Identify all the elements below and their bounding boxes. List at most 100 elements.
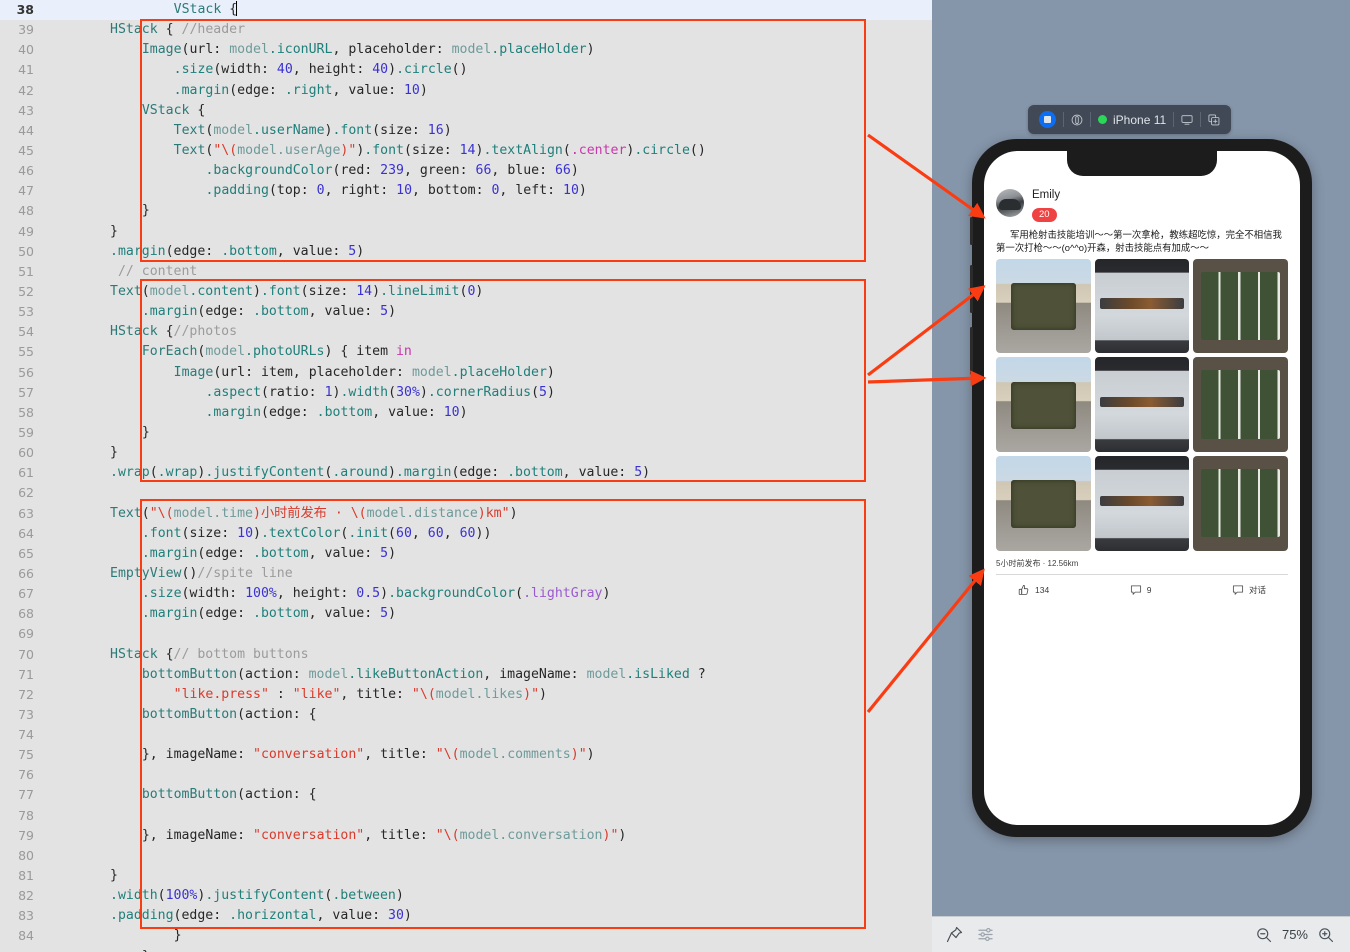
code-line-80[interactable]: 80: [0, 846, 932, 866]
display-button[interactable]: [1174, 105, 1200, 134]
code-line-51[interactable]: 51 // content: [0, 262, 932, 282]
code-line-56[interactable]: 56 Image(url: item, placeholder: model.p…: [0, 363, 932, 383]
phone-volume-up-button: [970, 265, 973, 313]
avatar[interactable]: [996, 189, 1024, 217]
code-line-47[interactable]: 47 .padding(top: 0, right: 10, bottom: 0…: [0, 181, 932, 201]
code-line-69[interactable]: 69: [0, 624, 932, 644]
post-photo[interactable]: [996, 357, 1091, 452]
code-editor-pane[interactable]: 38 VStack {39 HStack { //header 40 Image(u…: [0, 0, 932, 952]
stop-button[interactable]: [1032, 105, 1063, 134]
line-source: .padding(top: 0, right: 10, bottom: 0, l…: [205, 183, 587, 199]
code-line-78[interactable]: 78: [0, 806, 932, 826]
code-line-71[interactable]: 71 bottomButton(action: model.likeButton…: [0, 665, 932, 685]
line-number: 45: [18, 142, 34, 158]
stop-button-icon: [1039, 111, 1056, 128]
line-number: 84: [18, 928, 34, 944]
post-photo[interactable]: [1094, 258, 1190, 354]
line-source: }: [110, 445, 118, 461]
code-line-57[interactable]: 57 .aspect(ratio: 1).width(30%).cornerRa…: [0, 383, 932, 403]
zoom-out-icon[interactable]: [1256, 927, 1272, 943]
code-line-45[interactable]: 45 Text("\(model.userAge)").font(size: 1…: [0, 141, 932, 161]
line-source: .margin(edge: .bottom, value: 5): [110, 243, 365, 259]
code-line-74[interactable]: 74: [0, 725, 932, 745]
code-line-77[interactable]: 77 bottomButton(action: {: [0, 785, 932, 805]
code-line-72[interactable]: 72 "like.press" : "like", title: "\(mode…: [0, 685, 932, 705]
code-line-49[interactable]: 49}: [0, 222, 932, 242]
line-number: 76: [18, 767, 34, 783]
code-line-42[interactable]: 42 .margin(edge: .right, value: 10): [0, 81, 932, 101]
code-line-66[interactable]: 66 EmptyView()//spite line: [0, 564, 932, 584]
phone-screen[interactable]: Emily 20 军用枪射击技能培训～～第一次拿枪，教练超吃惊，完全不相信我第一…: [984, 151, 1300, 825]
post-photo[interactable]: [996, 455, 1091, 551]
code-line-68[interactable]: 68 .margin(edge: .bottom, value: 5): [0, 604, 932, 624]
post-photo[interactable]: [1193, 455, 1288, 551]
code-line-67[interactable]: 67 .size(width: 100%, height: 0.5).backg…: [0, 584, 932, 604]
code-line-65[interactable]: 65 .margin(edge: .bottom, value: 5): [0, 544, 932, 564]
line-source: }: [110, 947, 150, 952]
code-line-55[interactable]: 55 ForEach(model.photoURLs) { item in: [0, 342, 932, 362]
post-photo[interactable]: [996, 258, 1091, 354]
device-orientation-button[interactable]: [1064, 105, 1090, 134]
device-selector[interactable]: iPhone 11: [1091, 105, 1173, 134]
code-line-83[interactable]: 83 .padding(edge: .horizontal, value: 30): [0, 906, 932, 926]
line-source: VStack {: [141, 102, 206, 118]
device-orientation-icon: [1071, 114, 1083, 125]
conversation-button[interactable]: 对话: [1232, 584, 1266, 596]
pin-icon[interactable]: [946, 926, 963, 943]
code-line-62[interactable]: 62: [0, 483, 932, 503]
line-number: 67: [18, 586, 34, 602]
code-line-63[interactable]: 63 Text("\(model.time)小时前发布 · \(model.dis…: [0, 504, 932, 524]
code-line-40[interactable]: 40 Image(url: model.iconURL, placeholder…: [0, 40, 932, 60]
code-line-75[interactable]: 75 }, imageName: "conversation", title: …: [0, 745, 932, 765]
code-line-44[interactable]: 44 Text(model.userName).font(size: 16): [0, 121, 932, 141]
like-button[interactable]: 134: [1018, 584, 1049, 596]
post-photo[interactable]: [1193, 258, 1288, 354]
code-line-39[interactable]: 39 HStack { //header: [0, 20, 932, 40]
code-line-46[interactable]: 46 .backgroundColor(red: 239, green: 66,…: [0, 161, 932, 181]
preview-status-bar: 75%: [932, 916, 1350, 952]
photo-grid: [996, 258, 1288, 551]
line-source: .font(size: 10).textColor(.init(60, 60, …: [141, 525, 492, 541]
code-line-38[interactable]: 38 VStack {: [0, 0, 932, 21]
duplicate-preview-button[interactable]: [1201, 105, 1227, 134]
code-line-85[interactable]: 85 }: [0, 947, 932, 952]
post-bottom-buttons: 134 9 对话: [996, 584, 1288, 596]
line-number: 83: [18, 908, 34, 924]
code-line-53[interactable]: 53 .margin(edge: .bottom, value: 5): [0, 302, 932, 322]
code-line-64[interactable]: 64 .font(size: 10).textColor(.init(60, 6…: [0, 524, 932, 544]
comment-button[interactable]: 9: [1130, 584, 1151, 596]
code-line-61[interactable]: 61 .wrap(.wrap).justifyContent(.around).m…: [0, 463, 932, 483]
line-number: 73: [18, 706, 34, 722]
code-lines-container[interactable]: 38 VStack {39 HStack { //header 40 Image(u…: [0, 0, 932, 952]
post-photo[interactable]: [1193, 357, 1288, 452]
preview-status-left: [932, 926, 994, 943]
line-number: 70: [18, 646, 34, 662]
code-line-84[interactable]: 84 }: [0, 926, 932, 946]
code-line-60[interactable]: 60}: [0, 443, 932, 463]
line-number: 58: [18, 404, 34, 420]
code-line-82[interactable]: 82 .width(100%).justifyContent(.between): [0, 886, 932, 906]
post-photo[interactable]: [1094, 357, 1190, 452]
preview-device-toolbar[interactable]: iPhone 11: [1028, 105, 1232, 134]
code-line-41[interactable]: 41 .size(width: 40, height: 40).circle(): [0, 60, 932, 80]
line-number: 81: [18, 868, 34, 884]
line-number: 50: [18, 243, 34, 259]
code-line-59[interactable]: 59 }: [0, 423, 932, 443]
code-line-50[interactable]: 50 .margin(edge: .bottom, value: 5): [0, 242, 932, 262]
code-line-48[interactable]: 48 }: [0, 201, 932, 221]
preview-settings-icon[interactable]: [977, 926, 994, 943]
code-line-58[interactable]: 58 .margin(edge: .bottom, value: 10): [0, 403, 932, 423]
code-line-81[interactable]: 81}: [0, 866, 932, 886]
code-line-52[interactable]: 52 Text(model.content).font(size: 14).lin…: [0, 282, 932, 302]
line-number: 66: [18, 565, 34, 581]
code-line-70[interactable]: 70 HStack {// bottom buttons: [0, 645, 932, 665]
post-photo[interactable]: [1094, 455, 1190, 551]
code-line-43[interactable]: 43 VStack {: [0, 101, 932, 121]
comment-icon: [1130, 584, 1141, 595]
zoom-in-icon[interactable]: [1318, 927, 1334, 943]
code-line-79[interactable]: 79 }, imageName: "conversation", title: …: [0, 826, 932, 846]
code-line-73[interactable]: 73 bottomButton(action: {: [0, 705, 932, 725]
line-number: 75: [18, 747, 34, 763]
code-line-76[interactable]: 76: [0, 765, 932, 785]
code-line-54[interactable]: 54 HStack {//photos: [0, 322, 932, 342]
